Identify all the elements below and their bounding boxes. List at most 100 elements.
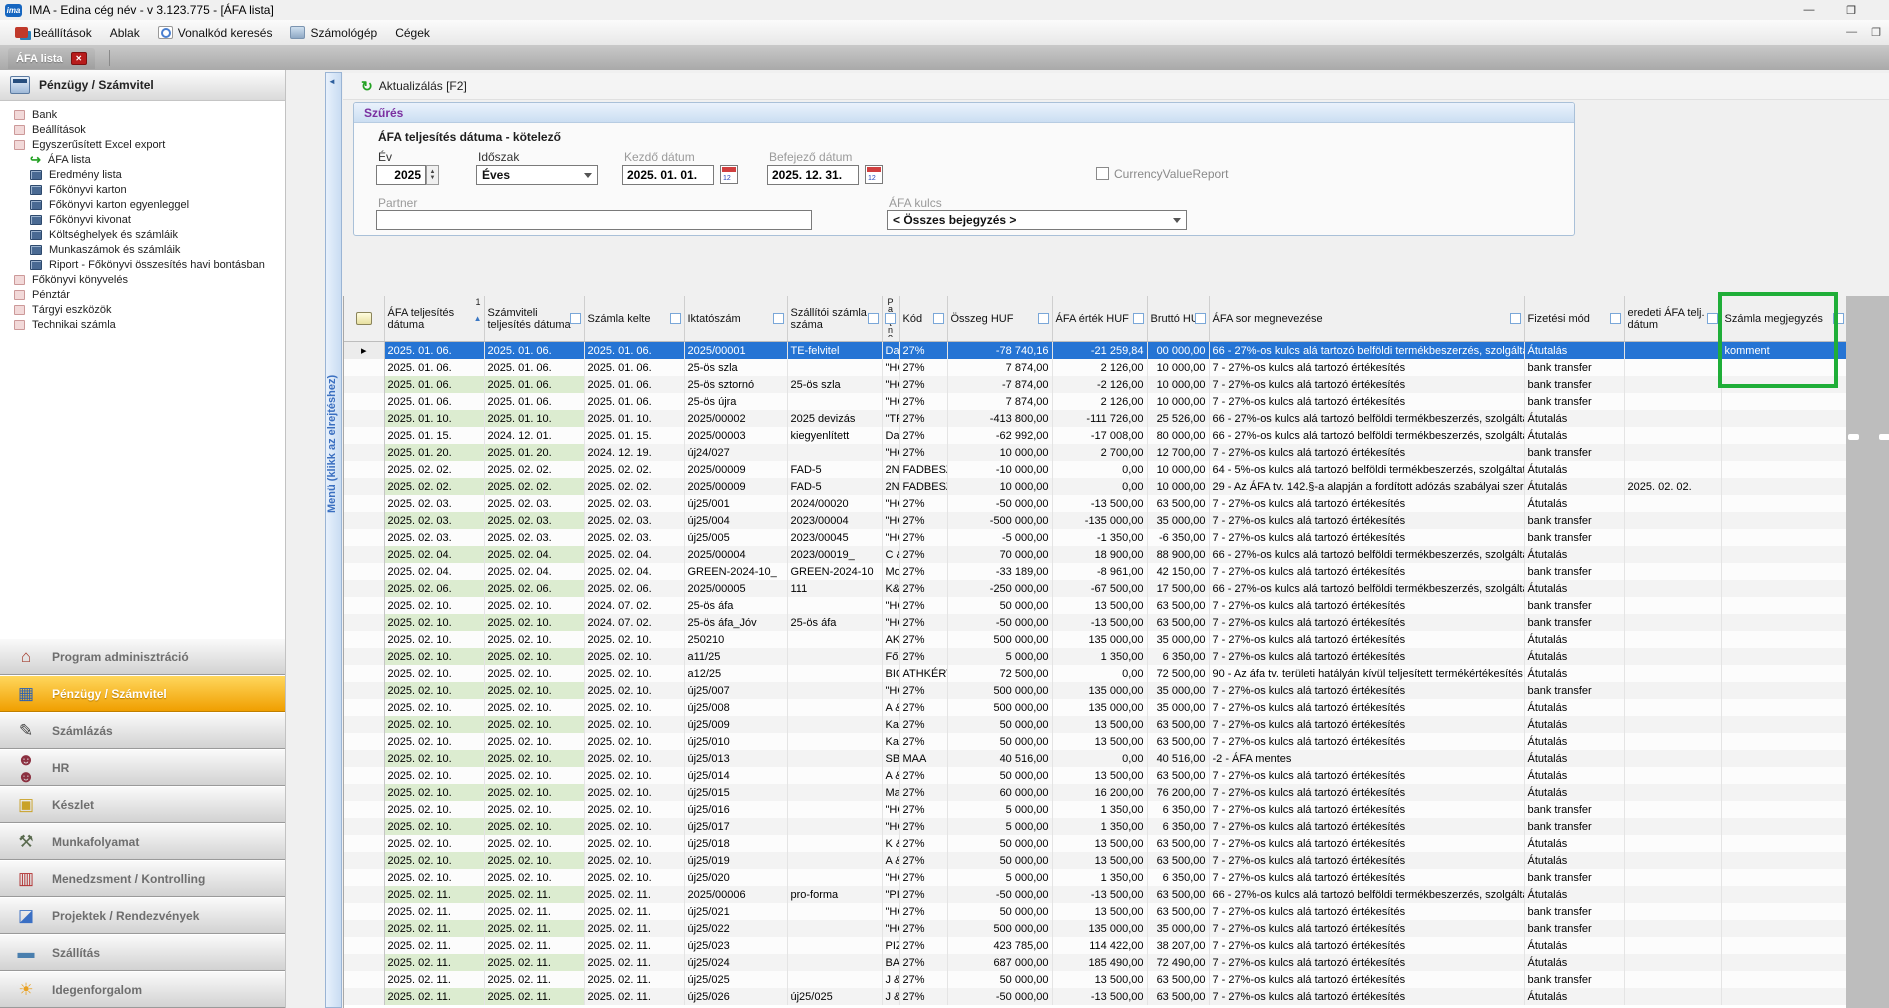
column-filter-icon[interactable]: [885, 313, 896, 324]
year-spinner[interactable]: ▲▼: [426, 165, 439, 185]
table-cell[interactable]: 10 000,00: [1147, 393, 1209, 410]
table-cell[interactable]: [1721, 903, 1847, 920]
table-cell[interactable]: 63 500,00: [1147, 903, 1209, 920]
table-cell[interactable]: [1624, 954, 1721, 971]
table-cell[interactable]: 2025. 02. 10.: [384, 614, 484, 631]
table-cell[interactable]: [1721, 563, 1847, 580]
table-cell[interactable]: Dac: [882, 342, 899, 360]
table-cell[interactable]: C &: [882, 546, 899, 563]
table-cell[interactable]: [1721, 529, 1847, 546]
table-cell[interactable]: 6 350,00: [1147, 818, 1209, 835]
table-cell[interactable]: 2025. 02. 10.: [384, 801, 484, 818]
table-cell[interactable]: 2025. 01. 06.: [484, 376, 584, 393]
column-filter-icon[interactable]: [1833, 313, 1844, 324]
table-row[interactable]: 2025. 02. 11.2025. 02. 11.2025. 02. 11.2…: [344, 886, 1847, 903]
table-cell[interactable]: 27%: [899, 648, 947, 665]
table-cell[interactable]: 2025. 02. 03.: [384, 495, 484, 512]
table-cell[interactable]: A &: [882, 767, 899, 784]
table-cell[interactable]: [1624, 359, 1721, 376]
table-cell[interactable]: -6 350,00: [1147, 529, 1209, 546]
table-cell[interactable]: 2025/00001: [684, 342, 787, 360]
table-cell[interactable]: 27%: [899, 580, 947, 597]
table-cell[interactable]: 2025. 02. 11.: [484, 937, 584, 954]
table-cell[interactable]: "TR: [882, 410, 899, 427]
table-cell[interactable]: 500 000,00: [947, 920, 1052, 937]
table-cell[interactable]: 2025. 02. 02.: [1624, 478, 1721, 495]
table-row[interactable]: 2025. 02. 10.2025. 02. 10.2024. 07. 02.2…: [344, 614, 1847, 631]
table-cell[interactable]: bank transfer: [1524, 444, 1624, 461]
table-cell[interactable]: 2025. 02. 11.: [584, 920, 684, 937]
table-cell[interactable]: Átutalás: [1524, 580, 1624, 597]
table-cell[interactable]: [787, 903, 882, 920]
table-cell[interactable]: "HC: [882, 801, 899, 818]
table-cell[interactable]: FAD-5: [787, 461, 882, 478]
table-cell[interactable]: a11/25: [684, 648, 787, 665]
table-cell[interactable]: 2023/00045: [787, 529, 882, 546]
sidebar-item-főkönyvi-könyvelés[interactable]: Főkönyvi könyvelés: [0, 272, 285, 287]
table-cell[interactable]: 27%: [899, 801, 947, 818]
table-cell[interactable]: 2N: [882, 478, 899, 495]
table-cell[interactable]: 2025. 02. 11.: [484, 920, 584, 937]
table-cell[interactable]: 7 - 27%-os kulcs alá tartozó értékesítés: [1209, 903, 1524, 920]
table-cell[interactable]: 135 000,00: [1052, 631, 1147, 648]
table-cell[interactable]: 111: [787, 580, 882, 597]
table-cell[interactable]: 90 - Az áfa tv. területi hatályán kívül …: [1209, 665, 1524, 682]
table-cell[interactable]: "HC: [882, 903, 899, 920]
module-button-menedzsment-kontrolling[interactable]: ▥Menedzsment / Kontrolling: [0, 860, 285, 897]
tab-close-icon[interactable]: ✕: [71, 52, 87, 65]
table-cell[interactable]: 2025. 02. 11.: [484, 954, 584, 971]
table-cell[interactable]: -500 000,00: [947, 512, 1052, 529]
table-cell[interactable]: 2025. 02. 03.: [584, 529, 684, 546]
table-row[interactable]: 2025. 01. 06.2025. 01. 06.2025. 01. 06.2…: [344, 393, 1847, 410]
table-cell[interactable]: 27%: [899, 614, 947, 631]
table-cell[interactable]: -7 874,00: [947, 376, 1052, 393]
table-cell[interactable]: új25/025: [787, 988, 882, 1005]
table-cell[interactable]: 7 - 27%-os kulcs alá tartozó értékesítés: [1209, 716, 1524, 733]
table-cell[interactable]: új25/022: [684, 920, 787, 937]
table-cell[interactable]: "HC: [882, 393, 899, 410]
table-cell[interactable]: ATHKÉRT: [899, 665, 947, 682]
table-cell[interactable]: [1721, 546, 1847, 563]
table-cell[interactable]: 13 500,00: [1052, 597, 1147, 614]
table-cell[interactable]: "HC: [882, 920, 899, 937]
table-cell[interactable]: 2025. 02. 10.: [384, 665, 484, 682]
table-cell[interactable]: 6 350,00: [1147, 801, 1209, 818]
table-cell[interactable]: 2025. 02. 10.: [384, 648, 484, 665]
table-cell[interactable]: 7 - 27%-os kulcs alá tartozó értékesítés: [1209, 444, 1524, 461]
sidebar-item-beállítások[interactable]: Beállítások: [0, 122, 285, 137]
table-cell[interactable]: [787, 631, 882, 648]
table-cell[interactable]: 88 900,00: [1147, 546, 1209, 563]
table-cell[interactable]: [1624, 801, 1721, 818]
table-cell[interactable]: PIZ: [882, 937, 899, 954]
table-cell[interactable]: -78 740,16: [947, 342, 1052, 360]
table-cell[interactable]: [1624, 529, 1721, 546]
table-cell[interactable]: [787, 954, 882, 971]
table-cell[interactable]: 27%: [899, 546, 947, 563]
table-cell[interactable]: 27%: [899, 342, 947, 360]
table-cell[interactable]: új25/017: [684, 818, 787, 835]
grid-options-icon[interactable]: [356, 312, 372, 325]
table-cell[interactable]: [1624, 988, 1721, 1005]
table-row[interactable]: ▸2025. 01. 06.2025. 01. 06.2025. 01. 06.…: [344, 342, 1847, 360]
table-cell[interactable]: [1721, 444, 1847, 461]
table-cell[interactable]: 2025. 02. 10.: [484, 648, 584, 665]
table-cell[interactable]: 25-ös áfa: [787, 614, 882, 631]
table-cell[interactable]: 7 - 27%-os kulcs alá tartozó értékesítés: [1209, 852, 1524, 869]
table-cell[interactable]: 27%: [899, 512, 947, 529]
table-cell[interactable]: 63 500,00: [1147, 597, 1209, 614]
table-cell[interactable]: 2025. 02. 10.: [384, 733, 484, 750]
table-row[interactable]: 2025. 02. 03.2025. 02. 03.2025. 02. 03.ú…: [344, 529, 1847, 546]
table-cell[interactable]: [1624, 733, 1721, 750]
table-cell[interactable]: 2025. 02. 04.: [384, 546, 484, 563]
table-cell[interactable]: 50 000,00: [947, 903, 1052, 920]
table-cell[interactable]: 27%: [899, 920, 947, 937]
table-cell[interactable]: 7 874,00: [947, 393, 1052, 410]
table-cell[interactable]: 13 500,00: [1052, 835, 1147, 852]
table-cell[interactable]: [1721, 886, 1847, 903]
table-cell[interactable]: 27%: [899, 903, 947, 920]
table-cell[interactable]: 2025. 02. 02.: [484, 461, 584, 478]
table-cell[interactable]: [1721, 920, 1847, 937]
table-cell[interactable]: 13 500,00: [1052, 852, 1147, 869]
table-cell[interactable]: "HC: [882, 512, 899, 529]
column-filter-icon[interactable]: [570, 313, 581, 324]
